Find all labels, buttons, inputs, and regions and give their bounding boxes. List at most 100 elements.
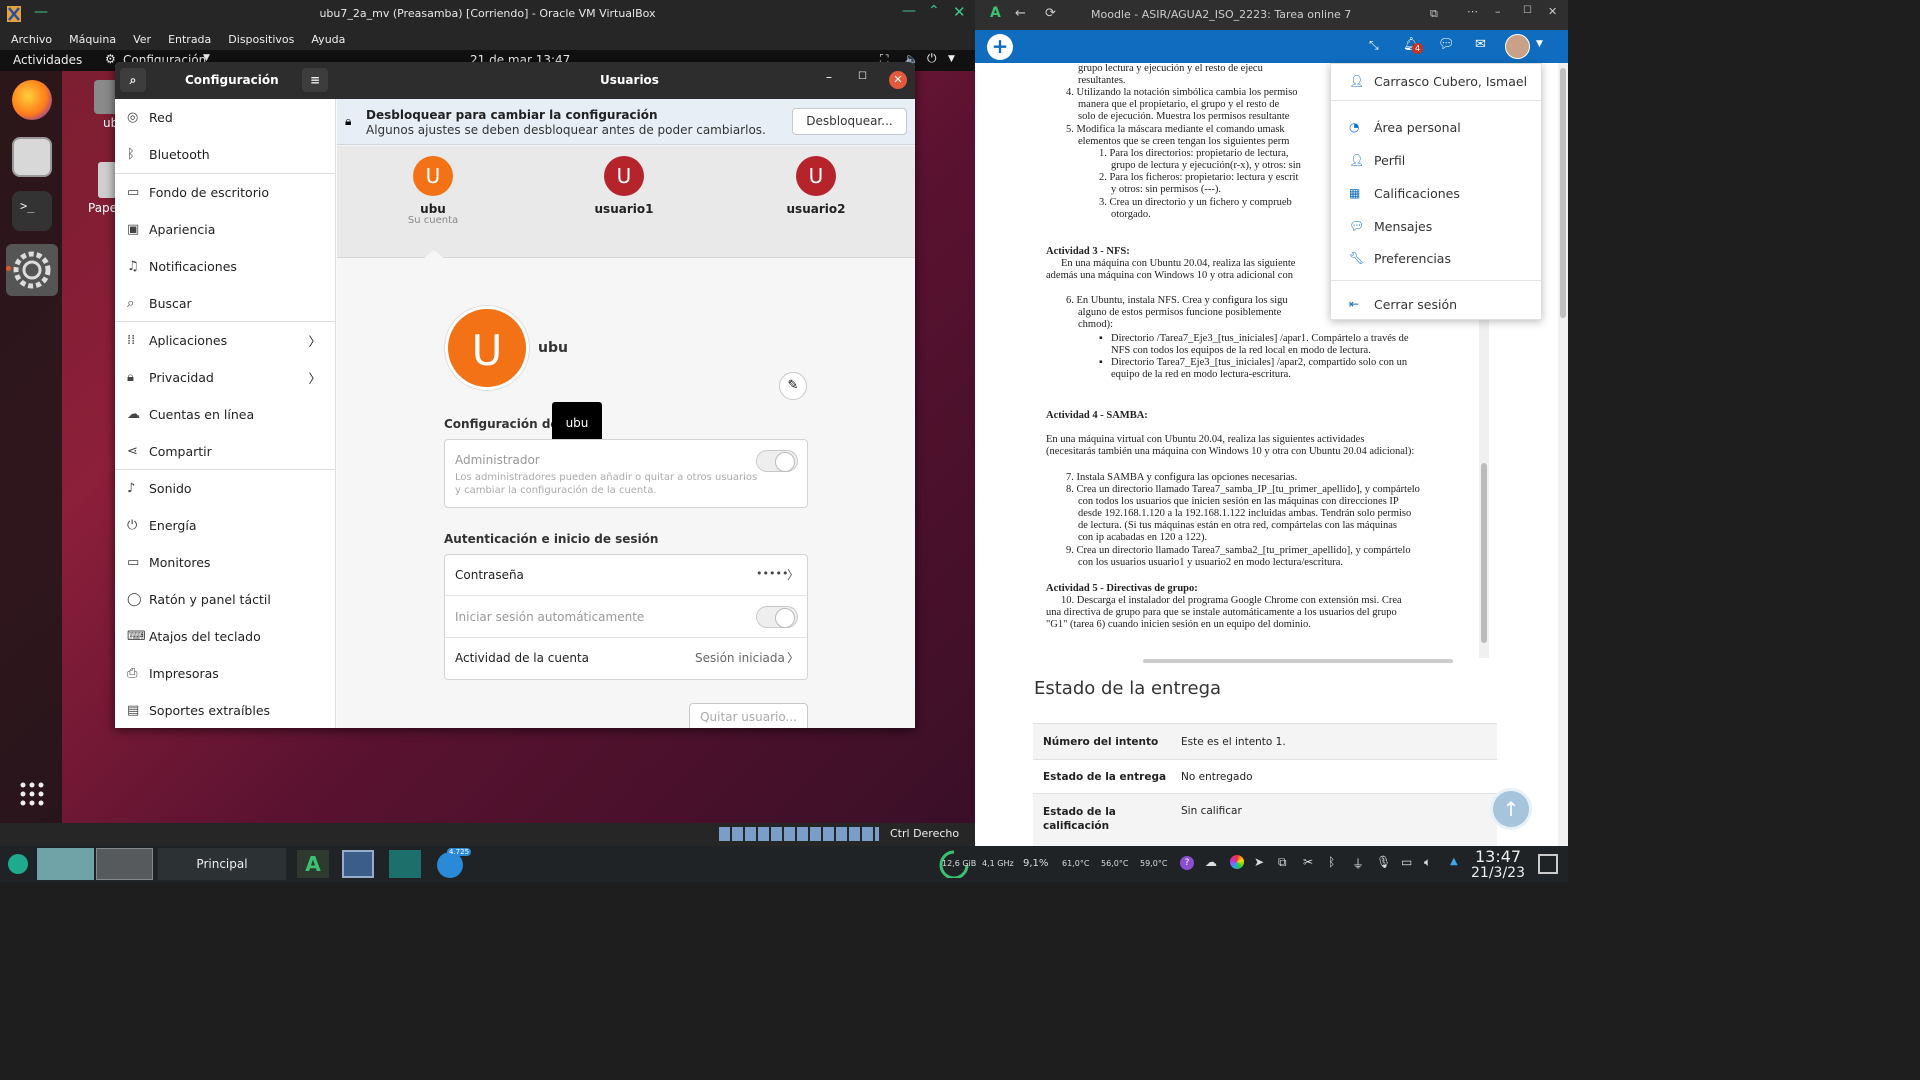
virtualbox-app-icon[interactable] bbox=[342, 850, 374, 878]
mail-icon[interactable]: ✉ bbox=[1475, 37, 1486, 52]
sidebar-item-energia[interactable]: ⏻ Energía bbox=[115, 507, 335, 543]
show-desktop-icon[interactable] bbox=[1538, 854, 1558, 874]
sidebar-item-soportes[interactable]: ▤ Soportes extraíbles bbox=[115, 692, 335, 728]
maximize-icon[interactable]: ☐ bbox=[858, 71, 867, 82]
menu-item-preferencias[interactable]: 🔧︎ Preferencias bbox=[1331, 243, 1543, 273]
menu-item-cerrar-sesion[interactable]: ⇤ Cerrar sesión bbox=[1331, 289, 1543, 319]
minimize-icon[interactable]: — bbox=[902, 3, 916, 19]
collapse-icon[interactable]: ⤡ bbox=[1369, 38, 1379, 53]
remove-user-button[interactable]: Quitar usuario... bbox=[689, 703, 808, 728]
chat-icon[interactable]: 💬︎ bbox=[1438, 37, 1455, 52]
sidebar-item-red[interactable]: ◎ Red bbox=[115, 99, 335, 135]
display-icon[interactable]: ▭ bbox=[1401, 855, 1412, 869]
back-icon[interactable]: ← bbox=[1015, 6, 1026, 21]
menu-item-area-personal[interactable]: ◔ Área personal bbox=[1331, 112, 1543, 142]
scrollbar-thumb[interactable] bbox=[1560, 68, 1566, 318]
activities-button[interactable]: Actividades bbox=[13, 53, 82, 67]
send-icon[interactable]: ➤ bbox=[1254, 855, 1264, 869]
clock-date[interactable]: 21/3/23 bbox=[1471, 865, 1525, 881]
power-icon[interactable]: ⏻ bbox=[927, 51, 937, 66]
color-picker-icon[interactable] bbox=[1230, 855, 1244, 869]
scrollbar-thumb[interactable] bbox=[1481, 463, 1487, 643]
sidebar-item-cuentas[interactable]: ☁ Cuentas en línea bbox=[115, 396, 335, 432]
app-grid-icon[interactable] bbox=[19, 781, 46, 808]
maximize-icon[interactable]: ☐ bbox=[1523, 5, 1532, 16]
sidebar-item-aplicaciones[interactable]: ⁞⁞ Aplicaciones 〉 bbox=[115, 322, 335, 358]
moodle-app-icon[interactable]: A bbox=[297, 850, 329, 878]
sidebar-item-buscar[interactable]: ⌕ Buscar bbox=[115, 285, 335, 321]
sidebar-item-impresoras[interactable]: ⎙ Impresoras bbox=[115, 655, 335, 691]
files-icon[interactable] bbox=[12, 137, 52, 177]
volume-icon[interactable]: 🔈︎ bbox=[1424, 855, 1431, 870]
user-fullname[interactable]: ubu bbox=[538, 340, 568, 356]
menu-item-mensajes[interactable]: 💬︎ Mensajes bbox=[1331, 211, 1543, 241]
menu-item-calificaciones[interactable]: ▦ Calificaciones bbox=[1331, 178, 1543, 208]
close-icon[interactable]: ✕ bbox=[953, 3, 966, 21]
avatar[interactable]: U bbox=[604, 156, 644, 196]
sidebar-item-notificaciones[interactable]: ♫ Notificaciones bbox=[115, 248, 335, 284]
add-icon[interactable]: + bbox=[987, 34, 1013, 60]
menu-item-user[interactable]: 👤︎ Carrasco Cubero, Ismael bbox=[1331, 66, 1543, 96]
menu-archivo[interactable]: Archivo bbox=[11, 33, 52, 46]
sidebar-item-privacidad[interactable]: 🔒︎ Privacidad 〉 bbox=[115, 359, 335, 395]
menu-dispositivos[interactable]: Dispositivos bbox=[228, 33, 294, 46]
horizontal-scrollbar[interactable] bbox=[1143, 659, 1453, 663]
caret-down-icon[interactable]: ▼ bbox=[948, 54, 955, 64]
chevron-up-icon[interactable]: ▲ bbox=[1450, 856, 1458, 867]
maximize-icon[interactable]: ⌃ bbox=[928, 3, 940, 19]
menu-item-perfil[interactable]: 👤︎ Perfil bbox=[1331, 145, 1543, 175]
menu-ayuda[interactable]: Ayuda bbox=[311, 33, 345, 46]
screen-icon[interactable]: ⧉ bbox=[1278, 855, 1287, 870]
temperature: 59,0°C bbox=[1140, 859, 1168, 868]
autologin-toggle[interactable] bbox=[756, 606, 798, 628]
microphone-icon[interactable]: 🎙︎ bbox=[1376, 855, 1391, 869]
screenshot-icon[interactable]: ⧉ bbox=[1430, 7, 1438, 21]
desktop-pager-2[interactable] bbox=[96, 848, 153, 880]
menu-entrada[interactable]: Entrada bbox=[168, 33, 211, 46]
caret-down-icon[interactable]: ▼ bbox=[1536, 39, 1543, 49]
terminal-icon[interactable]: >_ bbox=[12, 191, 52, 231]
search-icon[interactable]: ⌕ bbox=[120, 68, 146, 92]
settings-app-icon[interactable] bbox=[6, 244, 58, 296]
admin-toggle[interactable] bbox=[756, 450, 798, 472]
close-icon[interactable]: ✕ bbox=[1548, 5, 1557, 18]
minimize-icon[interactable]: – bbox=[826, 70, 832, 84]
close-icon[interactable]: ✕ bbox=[889, 71, 907, 89]
avatar[interactable]: U bbox=[445, 306, 529, 390]
menu-ver[interactable]: Ver bbox=[133, 33, 151, 46]
kde-menu-icon[interactable] bbox=[8, 854, 28, 874]
activity-label[interactable]: Principal bbox=[158, 848, 286, 880]
avatar[interactable]: U bbox=[796, 156, 836, 196]
sidebar-item-atajos[interactable]: ⌨ Atajos del teclado bbox=[115, 618, 335, 654]
device-status-icons[interactable] bbox=[719, 827, 879, 841]
back-to-top-icon[interactable]: ↑ bbox=[1490, 788, 1532, 830]
sidebar-item-fondo[interactable]: ▭ Fondo de escritorio bbox=[115, 174, 335, 210]
sidebar-item-compartir[interactable]: ⋖ Compartir bbox=[115, 433, 335, 469]
edit-icon[interactable]: ✎ bbox=[779, 372, 807, 400]
minimize-icon[interactable]: – bbox=[1495, 5, 1501, 18]
more-icon[interactable]: ⋯ bbox=[1467, 5, 1478, 18]
sidebar-item-apariencia[interactable]: ▣ Apariencia bbox=[115, 211, 335, 247]
desktop-pager-1[interactable] bbox=[37, 848, 94, 880]
sidebar-item-bluetooth[interactable]: ᛒ Bluetooth bbox=[115, 136, 335, 172]
firefox-icon[interactable] bbox=[12, 80, 52, 120]
help-icon[interactable]: ? bbox=[1180, 856, 1194, 870]
sidebar-item-monitores[interactable]: ▭ Monitores bbox=[115, 544, 335, 580]
unlock-button[interactable]: Desbloquear... bbox=[792, 108, 907, 135]
password-row[interactable]: Contraseña ••••• 〉 bbox=[445, 555, 807, 596]
avatar[interactable]: U bbox=[413, 156, 453, 196]
usb-icon[interactable]: ⏚ bbox=[1352, 855, 1364, 872]
connect-icon[interactable]: ✂ bbox=[1303, 855, 1313, 869]
cloud-icon[interactable]: ☁ bbox=[1205, 855, 1217, 869]
avatar[interactable] bbox=[1505, 34, 1530, 59]
sidebar-item-sonido[interactable]: ♪ Sonido bbox=[115, 470, 335, 506]
menu-maquina[interactable]: Máquina bbox=[69, 33, 116, 46]
sidebar-item-raton[interactable]: ◯ Ratón y panel táctil bbox=[115, 581, 335, 617]
files-app-icon[interactable] bbox=[389, 850, 421, 878]
bluetooth-icon[interactable]: ᛒ bbox=[1328, 855, 1335, 869]
page-scrollbar[interactable] bbox=[1558, 63, 1568, 846]
reload-icon[interactable]: ⟳ bbox=[1045, 6, 1056, 21]
hamburger-menu-icon[interactable]: ≡ bbox=[302, 68, 328, 92]
clock-time[interactable]: 13:47 bbox=[1475, 847, 1521, 866]
account-activity-row[interactable]: Actividad de la cuenta Sesión iniciada 〉 bbox=[445, 638, 807, 679]
